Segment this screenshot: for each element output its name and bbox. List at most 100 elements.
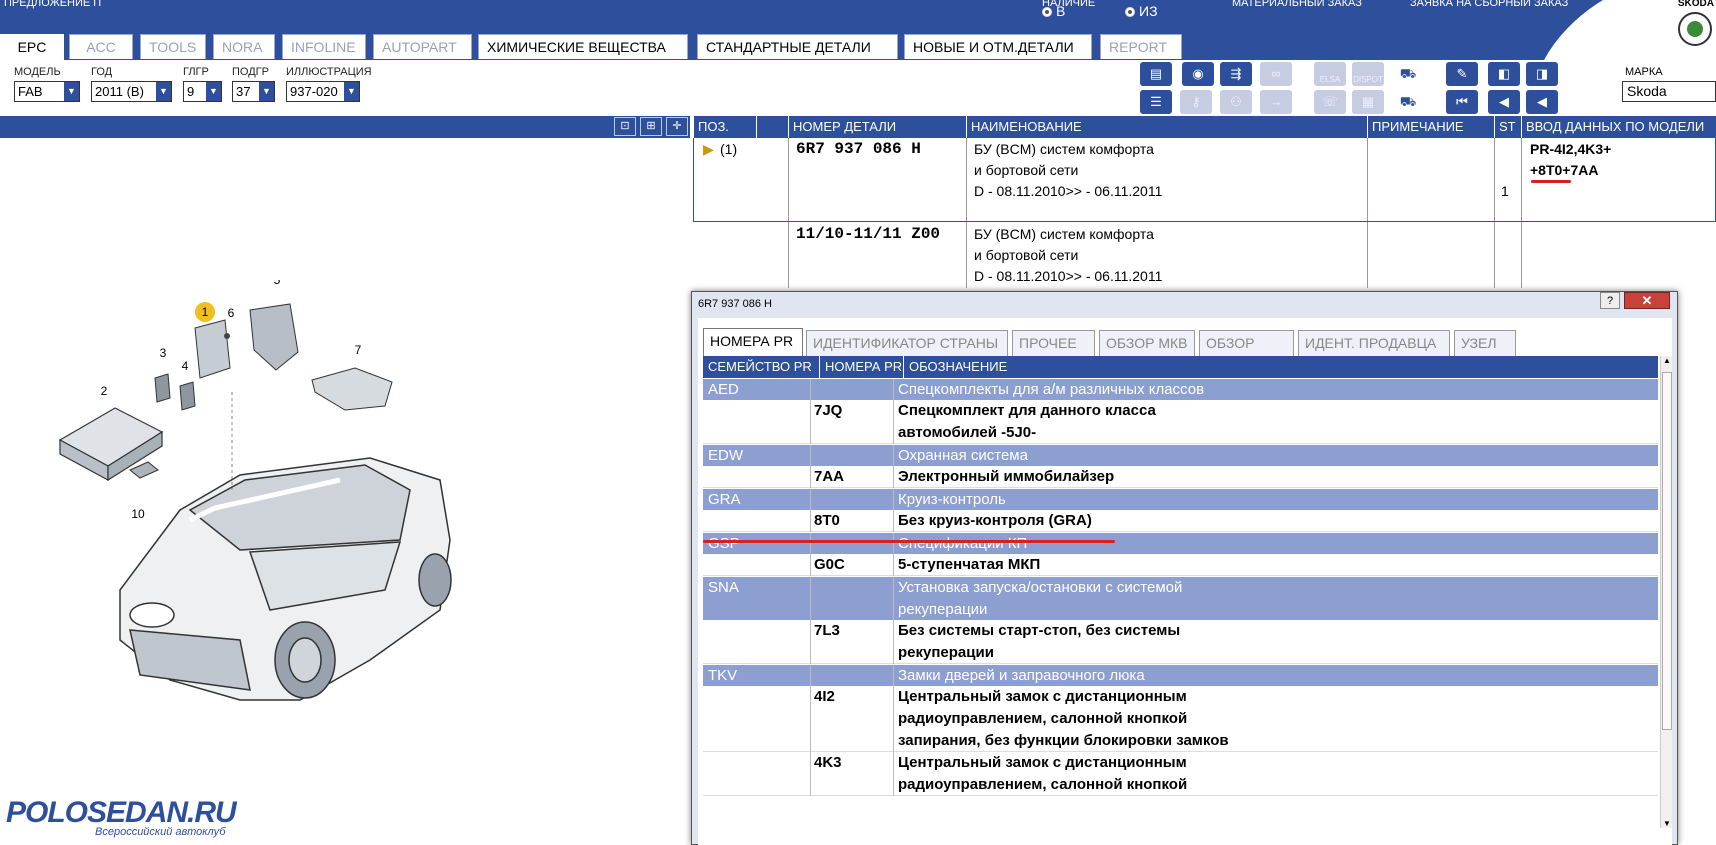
tab-nora[interactable]: NORA: [213, 34, 275, 59]
pr-family-row[interactable]: TKV Замки дверей и заправочного люка: [703, 664, 1658, 687]
page-next-icon[interactable]: ◨: [1526, 62, 1558, 86]
pr-code-row[interactable]: 7L3 Без системы старт-стоп, без системы ре…: [703, 620, 1658, 664]
printer2-icon[interactable]: ▦: [1352, 90, 1384, 114]
col-pr-family[interactable]: СЕМЕЙСТВО PR: [703, 356, 819, 378]
material-order-link[interactable]: МАТЕРИАЛЬНЫЙ ЗАКАЗ: [1232, 0, 1362, 9]
radio-dot-b[interactable]: [1042, 7, 1052, 17]
print-icon[interactable]: ▤: [1140, 62, 1172, 86]
glasses-icon[interactable]: ∞: [1260, 62, 1292, 86]
dispot-icon[interactable]: DISPOT: [1352, 62, 1384, 86]
callout-5[interactable]: 5: [274, 280, 281, 287]
tab-country-id[interactable]: ИДЕНТИФИКАТОР СТРАНЫ: [806, 330, 1008, 356]
car-icon[interactable]: ⇶: [1220, 62, 1252, 86]
pr-family-row[interactable]: AED Спецкомплекты для а/м различных класс…: [703, 378, 1658, 401]
chevron-down-icon[interactable]: ▼: [206, 82, 221, 101]
prev-icon[interactable]: ◀: [1488, 90, 1520, 114]
row-model-line1[interactable]: PR-4I2,4K3+: [1530, 139, 1611, 160]
col-model-input[interactable]: ВВОД ДАННЫХ ПО МОДЕЛИ: [1521, 116, 1716, 138]
tab-acc[interactable]: ACC: [69, 34, 133, 59]
pin-icon[interactable]: ✎: [1446, 62, 1478, 86]
pr-family-row[interactable]: EDW Охранная система: [703, 444, 1658, 467]
cd-icon[interactable]: ◉: [1182, 62, 1214, 86]
col-part-number[interactable]: НОМЕР ДЕТАЛИ: [788, 116, 966, 138]
callout-2[interactable]: 2: [101, 384, 108, 398]
key-icon[interactable]: ⚷: [1180, 90, 1212, 114]
page-prev-icon[interactable]: ◧: [1488, 62, 1520, 86]
cart2-icon[interactable]: ⛟: [1392, 90, 1424, 114]
radio-b[interactable]: В: [1042, 3, 1065, 19]
tab-epc[interactable]: EPC: [0, 34, 64, 60]
parts-illustration[interactable]: 1 2 3 4 5 6 7 10: [40, 280, 480, 740]
year-select[interactable]: 2011 (B) ▼: [91, 81, 172, 102]
list-icon[interactable]: ☰: [1140, 90, 1172, 114]
col-pos[interactable]: ПОЗ.: [693, 116, 756, 138]
arrow-icon[interactable]: →: [1260, 90, 1292, 114]
tab-pr-numbers[interactable]: НОМЕРА PR: [703, 328, 803, 356]
callout-10[interactable]: 10: [131, 507, 145, 521]
row-part-number[interactable]: 6R7 937 086 H: [796, 139, 921, 160]
chevron-down-icon[interactable]: ▼: [156, 82, 171, 101]
close-icon[interactable]: ✕: [1624, 292, 1670, 309]
callout-6[interactable]: 6: [228, 306, 235, 320]
phone-icon[interactable]: ☏: [1314, 90, 1346, 114]
layout-table-icon[interactable]: ⊞: [640, 117, 662, 136]
tab-gkb[interactable]: ОБЗОР GKB: [1199, 330, 1294, 376]
scrollbar[interactable]: ▲ ▼: [1660, 356, 1672, 828]
pr-family-row[interactable]: GSP Спецификации КП: [703, 532, 1658, 555]
tab-chemicals[interactable]: ХИМИЧЕСКИЕ ВЕЩЕСТВА: [478, 34, 688, 59]
tab-mkv[interactable]: ОБЗОР МКВ: [1099, 330, 1195, 356]
pr-code-row[interactable]: 7AA Электронный иммобилайзер: [703, 466, 1658, 488]
tab-dealer-id[interactable]: ИДЕНТ. ПРОДАВЦА: [1298, 330, 1450, 356]
callout-4[interactable]: 4: [182, 359, 189, 373]
tab-autopart[interactable]: AUTOPART: [373, 34, 472, 59]
person-icon[interactable]: ⚇: [1220, 90, 1252, 114]
tab-report[interactable]: REPORT: [1100, 34, 1182, 59]
chevron-down-icon[interactable]: ▼: [344, 82, 359, 101]
main-group-select[interactable]: 9 ▼: [183, 81, 222, 102]
cart-icon[interactable]: ⛟: [1392, 62, 1424, 86]
callout-1[interactable]: 1: [202, 305, 209, 319]
tab-assembly[interactable]: УЗЕЛ: [1454, 330, 1516, 356]
chevron-down-icon[interactable]: ▼: [64, 82, 79, 101]
col-st[interactable]: ST: [1494, 116, 1521, 138]
callout-7[interactable]: 7: [355, 343, 362, 357]
scrollbar-thumb[interactable]: [1662, 372, 1672, 730]
first-icon[interactable]: ⏮: [1446, 90, 1478, 114]
tab-new-parts[interactable]: НОВЫЕ И ОТМ.ДЕТАЛИ: [904, 34, 1092, 59]
chevron-down-icon[interactable]: ▼: [259, 82, 274, 101]
col-pr-number[interactable]: НОМЕРА PR: [819, 356, 903, 378]
tab-infoline[interactable]: INFOLINE: [282, 34, 366, 59]
pr-family-row[interactable]: SNA Установка запуска/остановки с системо…: [703, 576, 1658, 621]
help-icon[interactable]: ?: [1600, 292, 1620, 309]
layout-split-icon[interactable]: ⊡: [614, 117, 636, 136]
pr-code-row[interactable]: 4K3 Центральный замок с дистанционным ради…: [703, 752, 1658, 796]
brand-field[interactable]: Skoda: [1622, 81, 1716, 102]
tab-other[interactable]: ПРОЧЕЕ: [1012, 330, 1095, 356]
radio-dot-iz[interactable]: [1125, 7, 1135, 17]
scroll-up-icon[interactable]: ▲: [1663, 356, 1671, 365]
col-name[interactable]: НАИМЕНОВАНИЕ: [966, 116, 1367, 138]
pr-code-row[interactable]: 8T0 Без круиз-контроля (GRA): [703, 510, 1658, 532]
pr-code-row[interactable]: 4I2 Центральный замок с дистанционным ради…: [703, 686, 1658, 752]
collect-order-link[interactable]: ЗАЯВКА НА СБОРНЫЙ ЗАКАЗ: [1410, 0, 1568, 9]
scroll-down-icon[interactable]: ▼: [1663, 819, 1671, 828]
col-designation[interactable]: ОБОЗНАЧЕНИЕ: [903, 356, 1658, 378]
model-select[interactable]: FAB ▼: [14, 81, 80, 102]
pr-code-row[interactable]: G0C 5-ступенчатая МКП: [703, 554, 1658, 576]
tab-tools[interactable]: TOOLS: [140, 34, 206, 59]
col-note[interactable]: ПРИМЕЧАНИЕ: [1367, 116, 1494, 138]
subgroup-select[interactable]: 37 ▼: [232, 81, 275, 102]
illustration-select[interactable]: 937-020 ▼: [286, 81, 360, 102]
col-blank[interactable]: [756, 116, 788, 138]
pr-family-row[interactable]: GRA Круиз-контроль: [703, 488, 1658, 511]
back-icon[interactable]: ◀: [1526, 90, 1558, 114]
row-part-number[interactable]: 11/10-11/11 Z00: [796, 224, 940, 245]
layout-resize-icon[interactable]: ✛: [666, 117, 688, 136]
callout-3[interactable]: 3: [160, 346, 167, 360]
tab-standard-parts[interactable]: СТАНДАРТНЫЕ ДЕТАЛИ: [697, 34, 898, 59]
row-model-line2[interactable]: +8T0+7AA: [1530, 160, 1598, 181]
elsa-icon[interactable]: ELSA: [1314, 62, 1346, 86]
radio-iz[interactable]: ИЗ: [1125, 3, 1158, 19]
pr-code-row[interactable]: 7JQ Спецкомплект для данного класса автомо…: [703, 400, 1658, 444]
offer-label[interactable]: ПРЕДЛОЖЕНИЕ П: [4, 0, 101, 9]
